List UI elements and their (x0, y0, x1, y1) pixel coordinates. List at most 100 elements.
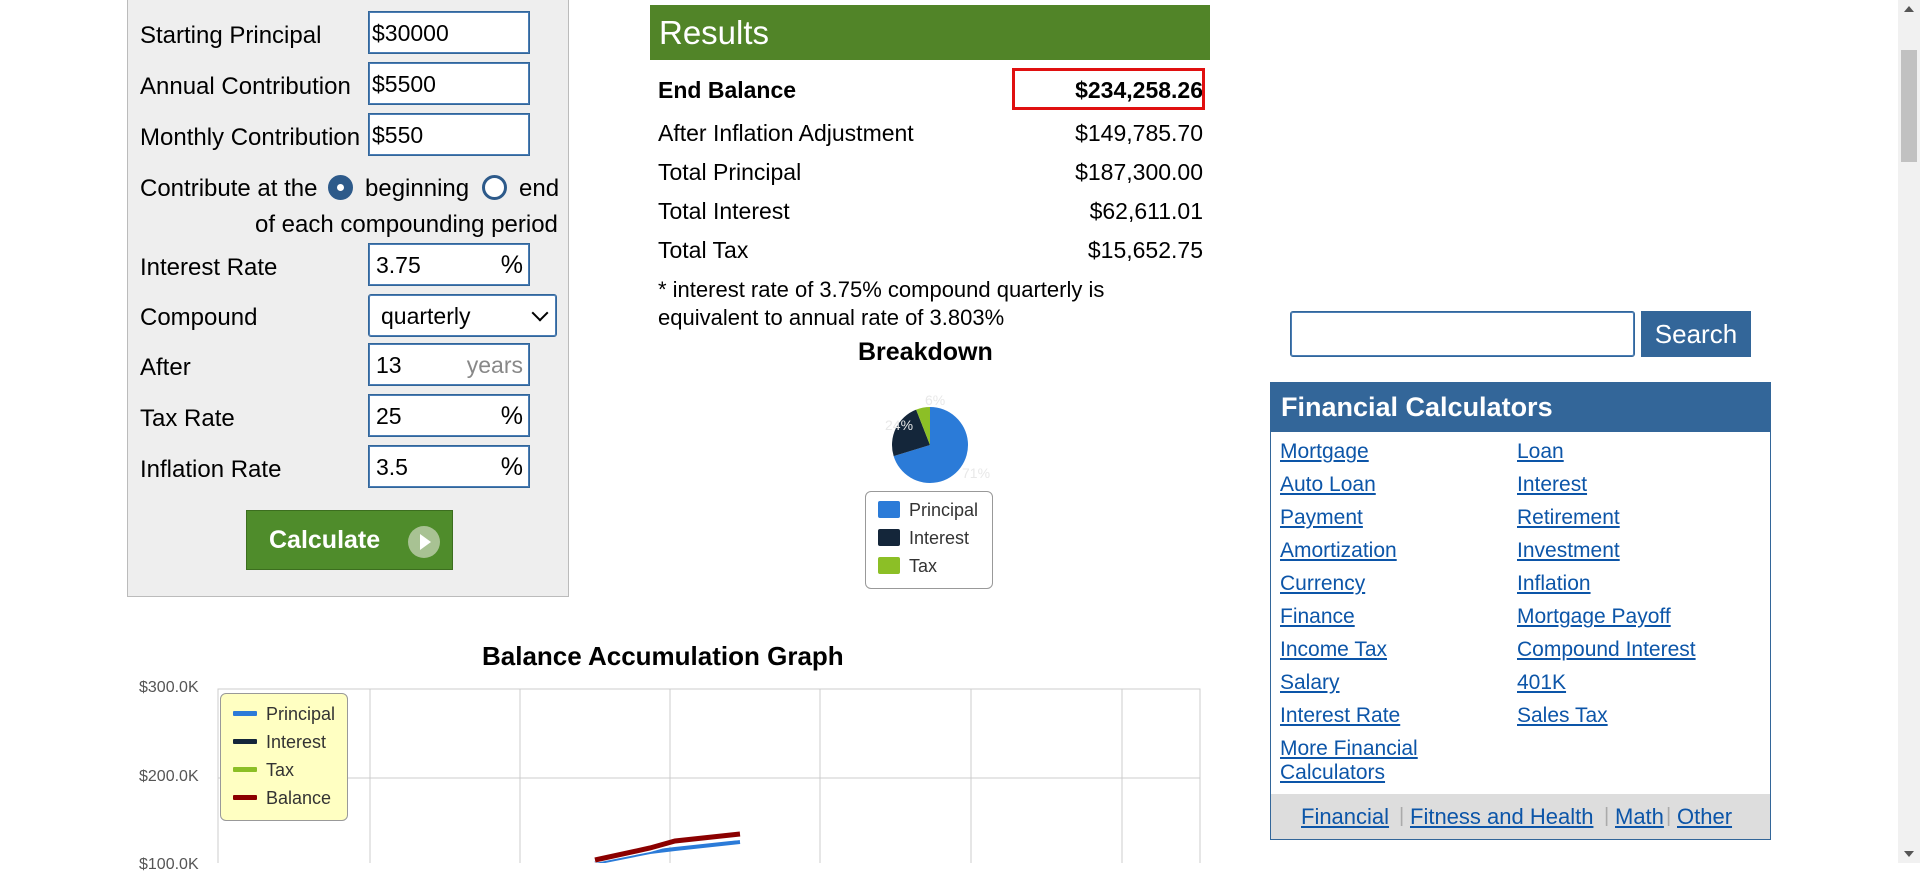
calculator-link[interactable]: Payment (1280, 506, 1363, 530)
monthly-contribution-value: $550 (372, 122, 424, 148)
footer-separator: | (1604, 805, 1610, 827)
compound-value: quarterly (381, 303, 471, 329)
calculator-link[interactable]: Auto Loan (1280, 473, 1376, 497)
breakdown-pie-chart: 6% 24% 71% (885, 392, 990, 483)
end-balance-label: End Balance (658, 77, 797, 103)
graph-legend: Principal Interest Tax Balance (220, 693, 348, 821)
annual-contribution-input[interactable]: $5500 (368, 62, 530, 105)
percent-suffix: % (500, 402, 523, 430)
monthly-contribution-input[interactable]: $550 (368, 113, 530, 156)
compound-label: Compound (140, 304, 258, 331)
footer-link-fitness-health[interactable]: Fitness and Health (1410, 804, 1593, 830)
footer-separator: | (1666, 805, 1672, 827)
calculator-link[interactable]: Currency (1280, 572, 1365, 596)
search-input[interactable] (1290, 311, 1635, 357)
legend-item-interest: Interest (878, 528, 969, 549)
calculator-link[interactable]: Compound Interest (1517, 638, 1696, 662)
breakdown-legend: Principal Interest Tax (865, 491, 993, 589)
total-tax-label: Total Tax (658, 237, 749, 263)
calculator-link[interactable]: Calculators (1280, 761, 1385, 785)
graph-legend-line-principal (233, 711, 257, 716)
calculator-link[interactable]: Salary (1280, 671, 1340, 695)
calculator-link[interactable]: Interest (1517, 473, 1587, 497)
y-tick-100k: $100.0K (139, 856, 199, 873)
calculator-link[interactable]: Sales Tax (1517, 704, 1608, 728)
y-tick-200k: $200.0K (139, 768, 199, 785)
calculator-link[interactable]: Loan (1517, 440, 1564, 464)
calculator-link[interactable]: Inflation (1517, 572, 1591, 596)
legend-swatch-principal (878, 501, 900, 518)
rate-note-line1: * interest rate of 3.75% compound quarte… (658, 277, 1105, 302)
inflation-rate-label: Inflation Rate (140, 456, 282, 483)
tax-rate-value: 25 (376, 403, 402, 429)
percent-suffix: % (500, 251, 523, 279)
graph-legend-label-principal: Principal (266, 704, 336, 724)
compounding-period-text: of each compounding period (255, 211, 558, 238)
radio-beginning[interactable] (328, 175, 353, 200)
graph-legend-line-balance (233, 795, 257, 800)
calculator-link[interactable]: Income Tax (1280, 638, 1387, 662)
tax-rate-label: Tax Rate (140, 405, 235, 432)
calculator-link[interactable]: Interest Rate (1280, 704, 1400, 728)
legend-label-principal: Principal (909, 500, 979, 520)
radio-end-label: end (519, 175, 560, 202)
legend-item-principal: Principal (878, 500, 978, 521)
page-scrollbar[interactable] (1898, 0, 1920, 863)
total-interest-value: $62,611.01 (1089, 198, 1203, 224)
balance-accumulation-graph (217, 688, 1201, 863)
legend-swatch-interest (878, 529, 900, 546)
graph-legend-label-tax: Tax (266, 760, 295, 780)
calculator-link[interactable]: 401K (1517, 671, 1566, 695)
search-button[interactable]: Search (1641, 311, 1751, 357)
monthly-contribution-label: Monthly Contribution (140, 124, 361, 151)
calculator-link[interactable]: Mortgage Payoff (1517, 605, 1671, 629)
calculator-link[interactable]: Investment (1517, 539, 1620, 563)
compound-select[interactable]: quarterly (368, 294, 557, 337)
after-inflation-value: $149,785.70 (1075, 120, 1203, 146)
legend-item-tax: Tax (878, 556, 937, 577)
starting-principal-value: $30000 (372, 20, 449, 46)
footer-link-financial[interactable]: Financial (1301, 804, 1389, 830)
financial-calculators-box: Financial Calculators Mortgage Auto Loan P… (1270, 382, 1771, 840)
footer-link-other[interactable]: Other (1677, 804, 1732, 830)
legend-label-tax: Tax (909, 556, 938, 576)
scroll-thumb[interactable] (1901, 50, 1917, 162)
graph-legend-interest: Interest (233, 732, 326, 753)
graph-title: Balance Accumulation Graph (482, 641, 844, 671)
years-suffix: years (466, 352, 523, 378)
radio-end[interactable] (482, 175, 507, 200)
legend-swatch-tax (878, 557, 900, 574)
interest-rate-input[interactable]: 3.75 % (368, 243, 530, 286)
inflation-rate-value: 3.5 (376, 454, 408, 480)
calculate-button[interactable]: Calculate (246, 510, 453, 570)
calculate-label: Calculate (269, 526, 381, 554)
calculator-link[interactable]: Amortization (1280, 539, 1397, 563)
annual-contribution-value: $5500 (372, 71, 436, 97)
inflation-rate-input[interactable]: 3.5 % (368, 445, 530, 488)
input-panel: Starting Principal $30000 Annual Contrib… (127, 0, 569, 597)
scroll-up-icon[interactable] (1904, 6, 1914, 12)
play-arrow-icon (408, 526, 440, 558)
pie-data-label: 71% (962, 465, 990, 481)
after-years-input[interactable]: 13 years (368, 343, 530, 386)
breakdown-title: Breakdown (858, 338, 993, 366)
interest-rate-label: Interest Rate (140, 254, 278, 281)
tax-rate-input[interactable]: 25 % (368, 394, 530, 437)
rate-note-line2: equivalent to annual rate of 3.803% (658, 305, 1005, 330)
calculator-link[interactable]: More Financial (1280, 737, 1418, 761)
calculator-link[interactable]: Retirement (1517, 506, 1620, 530)
radio-beginning-label: beginning (365, 175, 470, 202)
footer-separator: | (1399, 805, 1405, 827)
graph-legend-balance: Balance (233, 788, 331, 809)
scroll-down-icon[interactable] (1904, 851, 1914, 857)
graph-legend-label-balance: Balance (266, 788, 332, 808)
footer-link-math[interactable]: Math (1615, 804, 1664, 830)
category-footer: Financial | Fitness and Health | Math | … (1271, 794, 1770, 839)
total-principal-value: $187,300.00 (1075, 159, 1203, 185)
starting-principal-input[interactable]: $30000 (368, 11, 530, 54)
calculator-link[interactable]: Finance (1280, 605, 1355, 629)
rate-note: * interest rate of 3.75% compound quarte… (658, 276, 1198, 332)
calculator-link[interactable]: Mortgage (1280, 440, 1369, 464)
graph-legend-label-interest: Interest (266, 732, 327, 752)
contribute-label: Contribute at the (140, 175, 318, 202)
